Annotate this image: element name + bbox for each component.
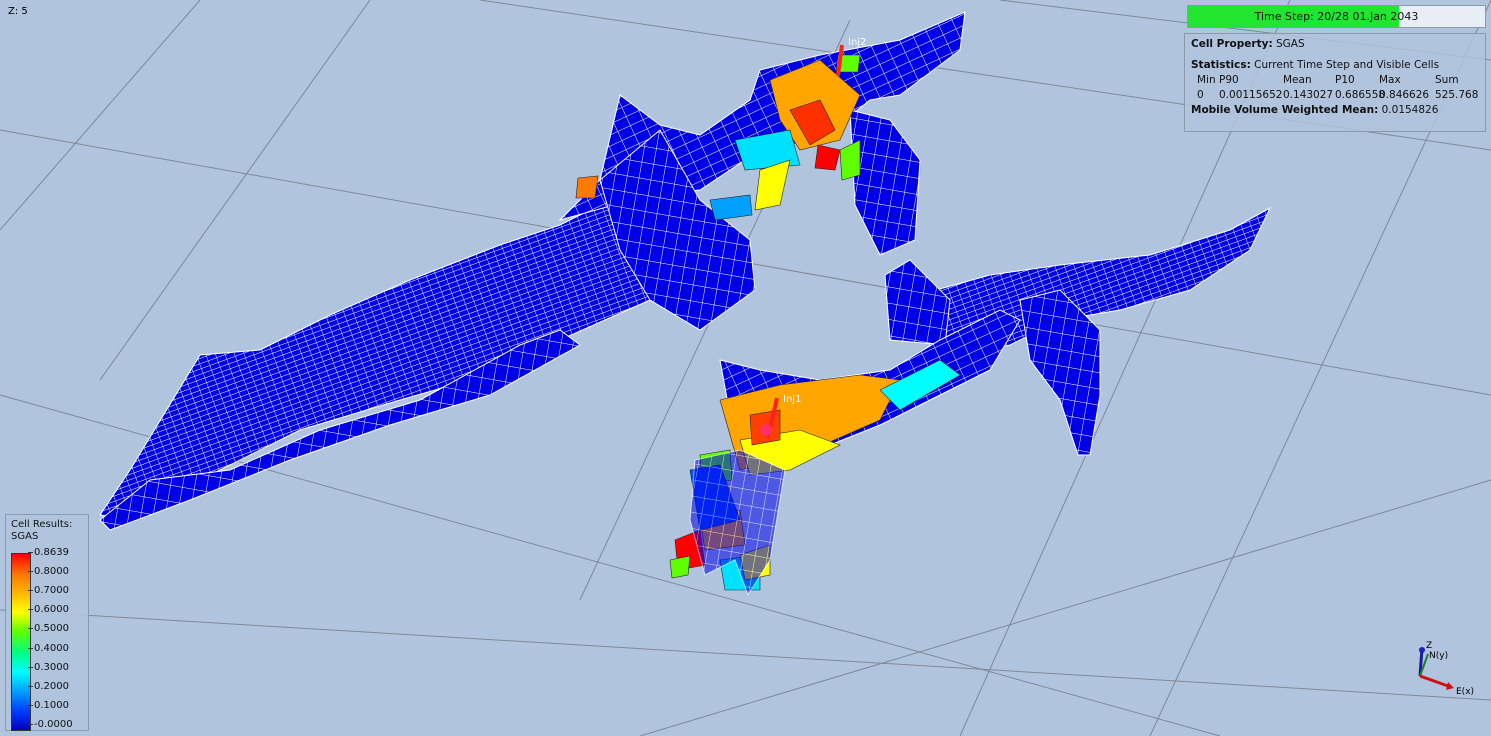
north-east-lobe[interactable]: [884, 259, 951, 346]
statistics-table: Min P90 Mean P10 Max Sum 0 0.00115652 0.…: [1197, 73, 1479, 103]
legend-title-line1: Cell Results:: [11, 519, 73, 530]
stats-value: 0.686558: [1335, 89, 1386, 101]
north-east-wall[interactable]: [849, 109, 921, 256]
stats-header: P10: [1335, 74, 1355, 86]
z-scale-label: Z: 5: [8, 6, 28, 17]
z-axis-tip: [1419, 647, 1425, 653]
color-legend: Cell Results: SGAS 0.8639 0.8000 0.7000 0.6…: [5, 514, 89, 731]
e-axis-line: [1419, 674, 1449, 688]
e-axis-label: E(x): [1456, 687, 1474, 697]
stats-value: 0.143027: [1283, 89, 1334, 101]
stats-value: 525.768: [1435, 89, 1479, 101]
legend-tick-label: 0.2000: [28, 680, 69, 692]
mobile-volume-line: Mobile Volume Weighted Mean: 0.0154826: [1191, 103, 1479, 118]
cell-property-label: Cell Property:: [1191, 38, 1273, 50]
n-axis-label: N(y): [1429, 651, 1448, 661]
stats-header: Sum: [1435, 74, 1459, 86]
mobile-volume-value: 0.0154826: [1381, 104, 1439, 116]
stats-header: Max: [1379, 74, 1401, 86]
orientation-axes: Z N(y) E(x): [1418, 641, 1474, 697]
time-step-label: Time Step: 20/28 01.Jan 2043: [1254, 10, 1419, 23]
reservoir-grid-model[interactable]: [99, 11, 1272, 597]
legend-tick-label: -0.0000: [28, 719, 73, 730]
legend-tick-label: 0.5000: [28, 623, 69, 635]
statistics-line: Statistics: Current Time Step and Visibl…: [1191, 58, 1479, 73]
west-arm-surface[interactable]: [99, 184, 661, 521]
legend-tick-label: 0.3000: [28, 661, 69, 673]
z-axis-label: Z: [1426, 641, 1432, 651]
legend-title: Cell Results: SGAS: [11, 519, 72, 543]
statistics-label: Statistics:: [1191, 59, 1251, 71]
e-axis-arrow: [1446, 682, 1454, 690]
statistics-value: Current Time Step and Visible Cells: [1254, 59, 1440, 71]
stats-header: P90: [1219, 74, 1239, 86]
info-box: Cell Property: SGAS Statistics: Current …: [1184, 33, 1486, 132]
legend-tick-label: 0.8000: [28, 566, 69, 578]
legend-tick-label: 0.7000: [28, 585, 69, 597]
legend-tick-label: 0.6000: [28, 604, 69, 616]
stats-header: Min: [1197, 74, 1216, 86]
legend-tick-label: 0.1000: [28, 699, 69, 711]
mobile-volume-label: Mobile Volume Weighted Mean:: [1191, 104, 1379, 116]
stats-header: Mean: [1283, 74, 1312, 86]
well-inj2-label: Inj2: [848, 37, 866, 48]
cell-property-value: SGAS: [1276, 38, 1305, 50]
legend-tick-label: 0.4000: [28, 642, 69, 654]
well-inj1-marker: [760, 424, 772, 436]
time-step-bar[interactable]: Time Step: 20/28 01.Jan 2043: [1187, 5, 1486, 28]
legend-tick-label: 0.8639: [28, 547, 69, 558]
stats-value: 0.00115652: [1219, 89, 1283, 101]
stats-value: 0: [1197, 89, 1204, 101]
legend-title-line2: SGAS: [11, 531, 39, 542]
stats-value: 0.846626: [1379, 89, 1430, 101]
well-inj1-label: Inj1: [783, 394, 801, 405]
cell-property-line: Cell Property: SGAS: [1191, 37, 1479, 52]
